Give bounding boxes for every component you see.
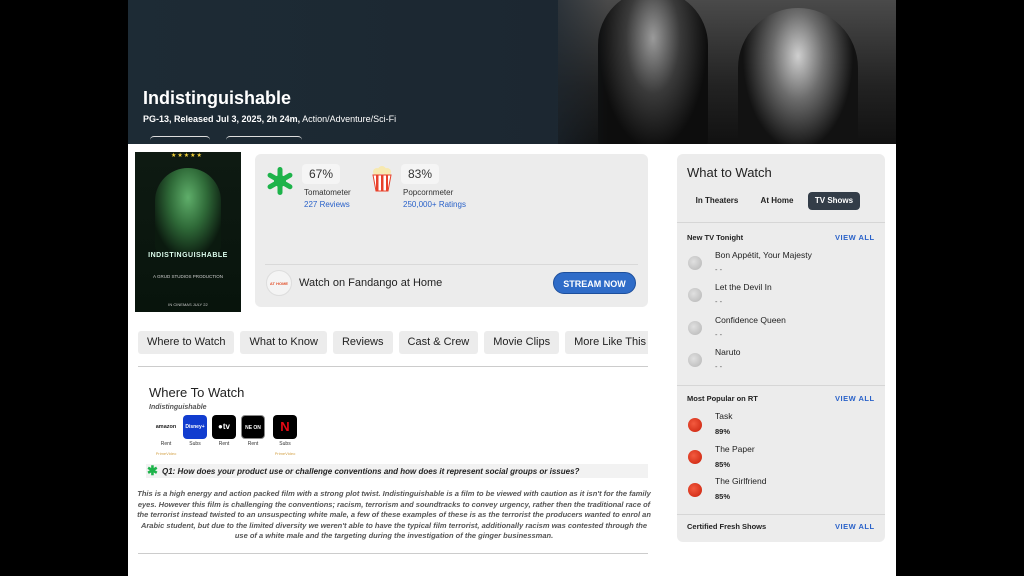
panel-divider <box>677 514 885 515</box>
fresh-tomato-icon <box>688 483 702 497</box>
service-type: Subs <box>279 441 291 447</box>
service-neon[interactable]: NE ON Rent <box>239 415 267 447</box>
show-score: - - <box>715 297 723 306</box>
empty-score-icon <box>688 288 702 302</box>
hooded-figure-right <box>738 8 858 144</box>
green-splat-icon: ✱ <box>147 463 158 478</box>
most-popular-view-all-link[interactable]: VIEW ALL <box>835 394 875 403</box>
apple-tv-logo-text: tv <box>222 422 230 431</box>
neon-logo-icon: NE ON <box>241 415 265 439</box>
hero-banner: Indistinguishable PG-13, Released Jul 3,… <box>128 0 896 144</box>
tab-at-home[interactable]: At Home <box>753 192 801 210</box>
where-to-watch-subtitle: Indistinguishable <box>149 404 207 411</box>
show-title[interactable]: Let the Devil In <box>715 282 772 292</box>
amazon-logo-icon: amazon <box>154 415 178 439</box>
tab-what-to-know[interactable]: What to Know <box>240 331 327 354</box>
fresh-tomato-icon <box>688 418 702 432</box>
movie-poster[interactable]: ★★★★★ INDISTINGUISHABLE A GRUD STUDIOS P… <box>135 152 241 312</box>
popcornmeter-ratings-link[interactable]: 250,000+ Ratings <box>403 200 466 209</box>
movie-meta: PG-13, Released Jul 3, 2025, 2h 24m, Act… <box>143 114 396 124</box>
show-title[interactable]: Confidence Queen <box>715 315 786 325</box>
show-score: - - <box>715 330 723 339</box>
movie-title: Indistinguishable <box>143 88 292 108</box>
poster-release: IN CINEMAS JULY 22 <box>168 302 208 307</box>
new-tv-view-all-link[interactable]: VIEW ALL <box>835 233 875 242</box>
certified-fresh-heading: Certified Fresh Shows <box>687 522 767 531</box>
service-type: Rent <box>218 441 230 447</box>
popcornmeter-label: Popcornmeter <box>403 188 454 197</box>
poster-title: INDISTINGUISHABLE <box>148 252 228 259</box>
show-score: 85% <box>715 460 731 469</box>
where-to-watch-heading: Where To Watch <box>149 385 245 400</box>
service-extra: PrimeVideo <box>155 451 177 456</box>
tomatometer-label: Tomatometer <box>304 188 351 197</box>
empty-score-icon <box>688 256 702 270</box>
score-divider <box>265 264 638 265</box>
what-to-watch-panel: What to Watch In Theaters At Home TV Sho… <box>677 154 885 542</box>
most-popular-heading: Most Popular on RT <box>687 394 758 403</box>
what-to-watch-heading: What to Watch <box>687 165 772 180</box>
new-tv-tonight-heading: New TV Tonight <box>687 233 744 242</box>
section-tabs: Where to Watch What to Know Reviews Cast & … <box>138 331 648 355</box>
fresh-tomato-icon <box>688 450 702 464</box>
service-amazon[interactable]: amazon Rent PrimeVideo <box>152 415 180 456</box>
netflix-logo-icon: N <box>273 415 297 439</box>
tomatometer-reviews-link[interactable]: 227 Reviews <box>304 200 350 209</box>
rating-release: PG-13, Released Jul 3, 2025, 2h 24m, <box>143 114 301 124</box>
question-row: ✱ Q1: How does your product use or chall… <box>146 464 648 478</box>
panel-divider <box>677 222 885 223</box>
show-score: - - <box>715 265 723 274</box>
service-type: Subs <box>189 441 201 447</box>
stream-now-button[interactable]: STREAM NOW <box>553 272 636 294</box>
genre: Action/Adventure/Sci-Fi <box>302 114 397 124</box>
service-type: Rent <box>247 441 259 447</box>
show-title[interactable]: The Girlfriend <box>715 476 767 486</box>
hero-image <box>558 0 896 144</box>
show-score: 85% <box>715 492 731 501</box>
disney-plus-logo-icon: Disney+ <box>183 415 207 439</box>
panel-divider <box>677 385 885 386</box>
hooded-figure-left <box>598 0 708 144</box>
apple-tv-logo-icon: ●tv <box>212 415 236 439</box>
popcornmeter-score: 83% <box>401 164 440 184</box>
watch-on-fandango-text: Watch on Fandango at Home <box>299 277 443 289</box>
show-title[interactable]: Task <box>715 411 732 421</box>
empty-score-icon <box>688 353 702 367</box>
show-score: 89% <box>715 427 731 436</box>
answer-text: This is a high energy and action packed … <box>137 489 651 540</box>
service-extra: PrimeVideo <box>274 451 296 456</box>
service-type: Rent <box>160 441 172 447</box>
hero-button-2[interactable] <box>226 136 302 144</box>
page: Indistinguishable PG-13, Released Jul 3,… <box>128 0 896 576</box>
poster-stars: ★★★★★ <box>171 153 203 159</box>
service-apple-tv[interactable]: ●tv Rent <box>210 415 238 447</box>
tab-reviews[interactable]: Reviews <box>332 331 393 354</box>
hero-fade <box>528 0 608 144</box>
popcorn-bucket-icon <box>372 166 392 192</box>
certified-fresh-view-all-link[interactable]: VIEW ALL <box>835 522 875 531</box>
tomatometer-score: 67% <box>302 164 341 184</box>
fandango-at-home-icon: AT HOME <box>266 270 292 296</box>
hero-button-1[interactable] <box>150 136 210 144</box>
show-title[interactable]: Naruto <box>715 347 741 357</box>
service-netflix[interactable]: N Subs PrimeVideo <box>271 415 299 456</box>
empty-score-icon <box>688 321 702 335</box>
show-title[interactable]: Bon Appétit, Your Majesty <box>715 250 812 260</box>
tab-movie-clips[interactable]: Movie Clips <box>484 331 560 354</box>
tabs-divider <box>138 366 648 367</box>
tab-tv-shows[interactable]: TV Shows <box>808 192 860 210</box>
question-text: Q1: How does your product use or challen… <box>162 467 580 476</box>
score-card: 67% Tomatometer 227 Reviews 83% Popcornm… <box>255 154 648 307</box>
tab-cast-crew[interactable]: Cast & Crew <box>398 331 479 354</box>
poster-studio: A GRUD STUDIOS PRODUCTION <box>152 274 223 279</box>
tomatometer-splat-icon <box>267 167 293 195</box>
content-divider <box>138 553 648 554</box>
tab-more-like-this[interactable]: More Like This <box>565 331 648 354</box>
poster-hooded-figure <box>155 168 221 252</box>
tab-in-theaters[interactable]: In Theaters <box>689 192 745 210</box>
show-title[interactable]: The Paper <box>715 444 755 454</box>
service-disney-plus[interactable]: Disney+ Subs <box>181 415 209 447</box>
tab-where-to-watch[interactable]: Where to Watch <box>138 331 235 354</box>
show-score: - - <box>715 362 723 371</box>
